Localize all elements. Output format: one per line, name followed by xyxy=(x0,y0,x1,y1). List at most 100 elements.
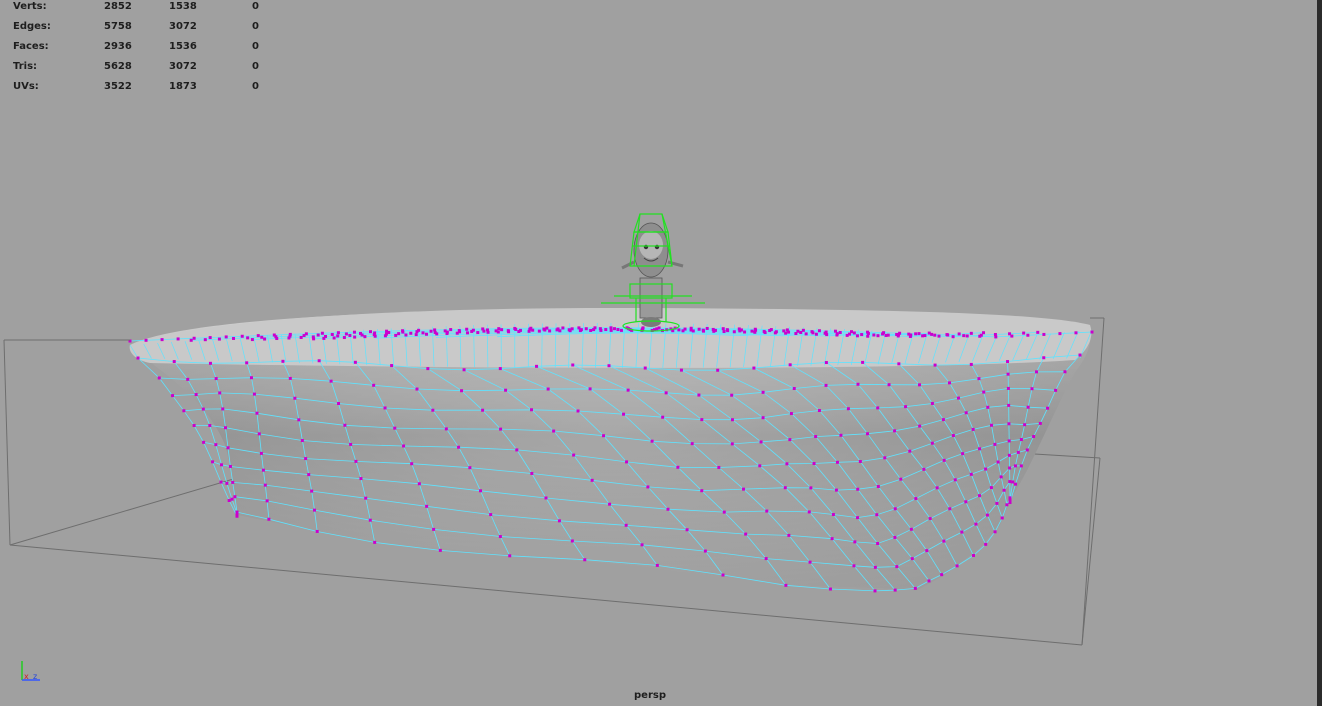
vertex xyxy=(876,485,880,489)
vertex xyxy=(192,336,196,340)
vertex xyxy=(861,360,865,364)
vertex xyxy=(359,477,363,481)
vertex xyxy=(186,377,190,381)
vertex xyxy=(589,328,593,332)
vertex xyxy=(498,367,502,371)
vertex xyxy=(984,467,988,471)
vertex xyxy=(1090,330,1094,334)
vertex xyxy=(602,434,606,438)
vertex xyxy=(942,458,946,462)
vertex xyxy=(969,362,973,366)
vertex xyxy=(393,426,397,430)
vertex xyxy=(1002,488,1006,492)
vertex xyxy=(489,513,493,517)
vertex xyxy=(703,549,707,553)
vertex xyxy=(1013,464,1017,468)
vertex xyxy=(761,416,765,420)
vertex xyxy=(907,332,911,336)
vertex xyxy=(336,334,340,338)
vertex xyxy=(568,329,572,333)
vertex xyxy=(896,333,900,337)
vertex xyxy=(257,432,261,436)
vertex xyxy=(607,364,611,368)
vertex xyxy=(834,488,838,492)
vertex xyxy=(226,446,230,450)
vertex xyxy=(989,486,993,490)
vertex xyxy=(265,499,269,503)
hud-label: Edges: xyxy=(13,21,51,32)
vertex xyxy=(479,489,483,493)
vertex xyxy=(1046,406,1050,410)
vertex xyxy=(1058,332,1062,336)
hud-row-uvs: UVs: 3522 1873 0 xyxy=(0,80,280,100)
vertex xyxy=(700,418,704,422)
vertex xyxy=(787,330,791,334)
vertex xyxy=(214,443,218,447)
vertex xyxy=(330,332,334,336)
scene-canvas[interactable] xyxy=(0,0,1322,706)
vertex xyxy=(702,329,706,333)
vertex xyxy=(583,558,587,562)
perspective-viewport[interactable]: Verts: 2852 1538 0 Edges: 5758 3072 0 Fa… xyxy=(0,0,1322,706)
vertex xyxy=(809,486,813,490)
vertex xyxy=(969,472,973,476)
vertex xyxy=(1005,503,1009,507)
vertex xyxy=(527,329,531,333)
vertex xyxy=(259,451,263,455)
vertex xyxy=(873,565,877,569)
vertex xyxy=(783,486,787,490)
vertex xyxy=(650,439,654,443)
vertex xyxy=(445,332,449,336)
vertex xyxy=(984,542,988,546)
vertex xyxy=(951,434,955,438)
vertex xyxy=(508,554,512,558)
vertex xyxy=(856,382,860,386)
vertex xyxy=(852,564,856,568)
vertex xyxy=(993,442,997,446)
vertex xyxy=(211,460,215,464)
vertex xyxy=(221,407,225,411)
vertex xyxy=(860,333,864,337)
vertex xyxy=(957,396,961,400)
vertex xyxy=(572,453,576,457)
vertex xyxy=(240,334,244,338)
vertex xyxy=(1007,422,1011,426)
vertex xyxy=(466,331,470,335)
vertex xyxy=(300,439,304,443)
vertex xyxy=(189,338,193,342)
vertex xyxy=(219,463,223,467)
vertex xyxy=(1019,464,1023,468)
axis-x-label: x xyxy=(24,672,29,681)
vertex xyxy=(1011,480,1015,484)
vertex xyxy=(584,327,588,331)
vertex xyxy=(555,328,559,332)
vertex xyxy=(219,480,223,484)
hud-value: 3072 xyxy=(169,21,197,32)
vertex xyxy=(625,460,629,464)
vertex xyxy=(499,427,503,431)
vertex xyxy=(1006,360,1010,364)
vertex xyxy=(945,333,949,337)
vertex xyxy=(982,390,986,394)
hud-value: 0 xyxy=(252,81,259,92)
vertex xyxy=(588,387,592,391)
vertex xyxy=(876,334,880,338)
hud-value: 3522 xyxy=(104,81,132,92)
vertex xyxy=(462,368,466,372)
vertex xyxy=(876,541,880,545)
vertex xyxy=(182,409,186,413)
vertex xyxy=(788,363,792,367)
vertex xyxy=(788,438,792,442)
vertex xyxy=(1030,387,1034,391)
vertex xyxy=(504,388,508,392)
vertex xyxy=(846,407,850,411)
vertex xyxy=(978,447,982,451)
vertex xyxy=(1007,403,1011,407)
vertex xyxy=(352,330,356,334)
vertex xyxy=(995,501,999,505)
vertex xyxy=(476,331,480,335)
vertex xyxy=(235,510,239,514)
vertex xyxy=(697,327,701,331)
vertex xyxy=(397,332,401,336)
axis-gizmo-icon: x z xyxy=(21,661,40,681)
